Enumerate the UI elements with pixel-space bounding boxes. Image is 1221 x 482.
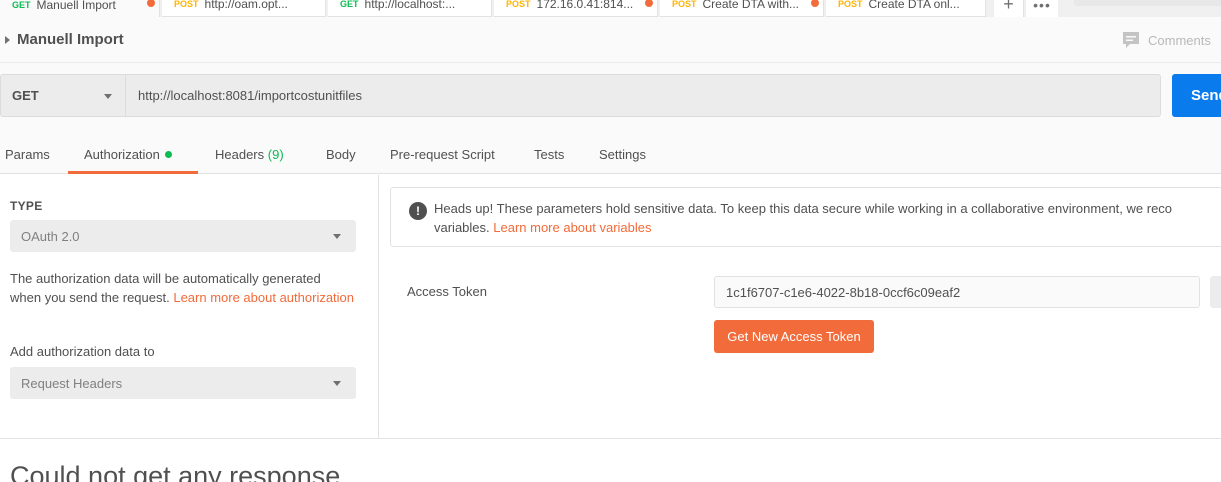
request-tab[interactable]: GET http://localhost:... — [328, 0, 492, 17]
tab-method: GET — [12, 0, 31, 10]
url-input[interactable]: http://localhost:8081/importcostunitfile… — [125, 74, 1161, 117]
add-auth-data-label: Add authorization data to — [10, 344, 155, 359]
warning-text: Heads up! These parameters hold sensitiv… — [434, 199, 1221, 237]
tab-headers[interactable]: Headers (9) — [215, 147, 284, 162]
unsaved-dot-icon — [645, 0, 653, 7]
sensitive-data-warning: ! Heads up! These parameters hold sensit… — [390, 187, 1221, 247]
tab-method: POST — [174, 0, 199, 9]
get-new-access-token-button[interactable]: Get New Access Token — [714, 320, 874, 353]
comments-button[interactable]: Comments — [1122, 31, 1211, 49]
send-button[interactable]: Send — [1172, 74, 1221, 117]
caret-right-icon[interactable] — [5, 36, 10, 44]
add-auth-data-value: Request Headers — [21, 375, 123, 391]
request-tab-strip: GET Manuell Import POST http://oam.opt..… — [0, 0, 1221, 17]
auth-details-panel: ! Heads up! These parameters hold sensit… — [379, 175, 1221, 438]
http-method-value: GET — [12, 88, 39, 103]
learn-more-variables-link[interactable]: Learn more about variables — [493, 220, 651, 235]
tab-title: Create DTA with... — [702, 0, 799, 11]
headers-count: (9) — [267, 147, 284, 162]
auth-type-value: OAuth 2.0 — [21, 228, 80, 244]
type-label: TYPE — [10, 199, 43, 213]
add-auth-data-select[interactable]: Request Headers — [10, 367, 356, 399]
tab-params[interactable]: Params — [5, 147, 50, 162]
tab-headers-label: Headers — [215, 147, 265, 162]
request-tab[interactable]: POST Create DTA onl... — [826, 0, 986, 17]
chevron-down-icon — [333, 381, 341, 386]
tab-method: POST — [506, 0, 531, 9]
request-tab[interactable]: POST http://oam.opt... — [162, 0, 326, 17]
request-tab[interactable]: POST Create DTA with... — [660, 0, 824, 17]
http-method-select[interactable]: GET — [0, 74, 125, 117]
active-tab-indicator — [68, 171, 198, 174]
request-name[interactable]: Manuell Import — [17, 31, 124, 48]
tab-title: 172.16.0.41:814... — [536, 0, 634, 11]
auth-type-panel: TYPE OAuth 2.0 The authorization data wi… — [0, 175, 379, 438]
environment-select[interactable] — [1074, 0, 1221, 6]
tab-authorization[interactable]: Authorization — [84, 147, 172, 162]
tab-prerequest-script[interactable]: Pre-request Script — [390, 147, 495, 162]
tab-method: POST — [838, 0, 863, 9]
request-subtabs: Params Authorization Headers (9) Body Pr… — [0, 129, 1221, 174]
active-dot-icon — [164, 151, 172, 158]
response-message: Could not get any response — [10, 461, 341, 482]
more-tabs-ellipsis-icon[interactable]: ••• — [1026, 0, 1058, 17]
tab-title: Create DTA onl... — [868, 0, 960, 11]
tab-settings[interactable]: Settings — [599, 147, 646, 162]
comment-icon — [1123, 32, 1139, 48]
response-panel: Could not get any response — [0, 438, 1221, 482]
tab-method: POST — [672, 0, 697, 9]
request-tab[interactable]: POST 172.16.0.41:814... — [494, 0, 658, 17]
chevron-down-icon — [333, 234, 341, 239]
access-token-label: Access Token — [407, 284, 487, 299]
request-name-bar: Manuell Import Comments — [0, 17, 1221, 63]
unsaved-dot-icon — [811, 0, 819, 7]
tab-authorization-label: Authorization — [84, 147, 160, 162]
auth-description: The authorization data will be automatic… — [10, 269, 355, 307]
learn-more-authorization-link[interactable]: Learn more about authorization — [173, 290, 354, 305]
access-token-input[interactable]: 1c1f6707-c1e6-4022-8b18-0ccf6c09eaf2 — [714, 276, 1200, 308]
unsaved-dot-icon — [147, 0, 155, 7]
tab-title: http://oam.opt... — [204, 0, 288, 11]
new-tab-plus-icon[interactable]: + — [994, 0, 1024, 17]
request-tab-manuell-import[interactable]: GET Manuell Import — [0, 0, 160, 17]
auth-type-select[interactable]: OAuth 2.0 — [10, 220, 356, 252]
warning-line-2: variables. Learn more about variables — [434, 218, 1221, 237]
alert-icon: ! — [409, 202, 427, 220]
tab-body[interactable]: Body — [326, 147, 356, 162]
tab-method: GET — [340, 0, 359, 9]
url-bar: GET http://localhost:8081/importcostunit… — [0, 63, 1221, 129]
warning-line-2-prefix: variables. — [434, 220, 494, 235]
tab-title: Manuell Import — [36, 0, 116, 12]
tab-tests[interactable]: Tests — [534, 147, 564, 162]
chevron-down-icon — [104, 94, 112, 99]
warning-line-1: Heads up! These parameters hold sensitiv… — [434, 201, 1173, 216]
comments-label: Comments — [1148, 32, 1211, 48]
available-tokens-select[interactable] — [1210, 276, 1221, 308]
tab-title: http://localhost:... — [364, 0, 456, 11]
